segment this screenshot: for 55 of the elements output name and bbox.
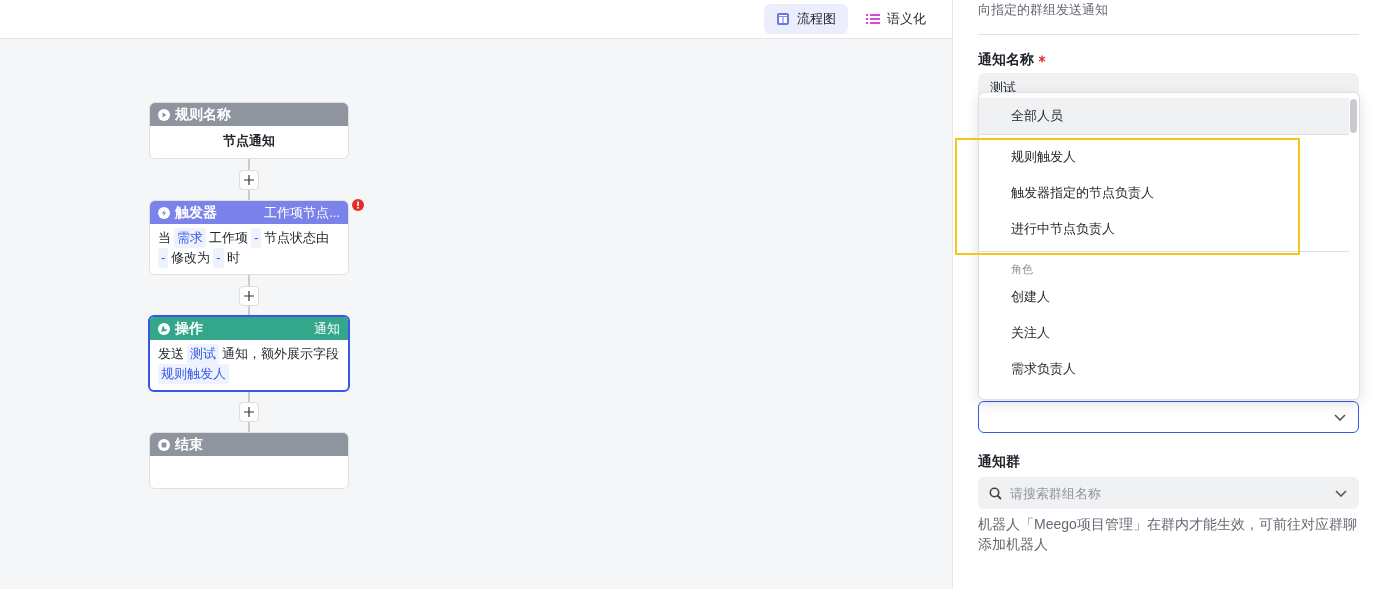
view-tab[interactable]: 流程图 [764, 4, 848, 34]
description-text: 向指定的群组发送通知 [978, 1, 1109, 19]
layout-icon [776, 12, 790, 26]
value-tag: 需求 [174, 228, 206, 248]
node-type-label: 工作项节点... [264, 203, 340, 222]
hint-text: 机器人「Meego项目管理」在群内才能生效，可前往对应群聊添加机器人 [978, 515, 1358, 554]
node-text: 通知，额外展示字段 [222, 345, 339, 363]
flow-node[interactable]: 规则名称 节点通知 [149, 102, 349, 159]
node-text: 当 [158, 229, 171, 247]
value-tag: 规则触发人 [158, 364, 229, 384]
node-title: 规则名称 [175, 105, 231, 124]
menu-item[interactable]: 触发器指定的节点负责人 [979, 175, 1349, 211]
node-text: 发送 [158, 345, 184, 363]
menu-item[interactable]: 关注人 [979, 315, 1349, 351]
value-tag: - [251, 228, 262, 248]
group-label: 角色 [1010, 262, 1034, 277]
select-field[interactable] [978, 401, 1359, 433]
lightning-icon [158, 206, 170, 219]
flow-node[interactable]: 操作 通知 发送 测试 通知，额外展示字段 规则触发人 [148, 315, 350, 392]
list-icon [866, 13, 880, 25]
plus-icon [244, 290, 254, 301]
add-node-button[interactable] [239, 169, 259, 190]
value-tag: - [213, 248, 224, 268]
menu-item[interactable]: 全部人员 [979, 98, 1349, 134]
scrollbar[interactable] [1350, 99, 1357, 133]
flow-node[interactable]: 触发器 工作项节点... 当 需求 工作项 - 节点状态由 - 修改为 - 时 [149, 200, 349, 275]
search-field[interactable]: 请搜索群组名称 [978, 477, 1359, 509]
view-tab[interactable]: 语义化 [854, 4, 938, 34]
node-title: 触发器 [175, 203, 217, 222]
node-text: 节点通知 [223, 132, 275, 150]
node-text: 工作项 [209, 229, 248, 247]
menu-item[interactable]: 规则触发人 [979, 139, 1349, 175]
add-node-button[interactable] [239, 285, 259, 306]
menu-item[interactable]: 进行中节点负责人 [979, 211, 1349, 247]
add-node-button[interactable] [239, 401, 259, 422]
value-tag: 测试 [187, 344, 219, 364]
node-text: 节点状态由 [264, 229, 330, 247]
search-icon [989, 487, 1002, 500]
node-title: 结束 [175, 435, 203, 454]
field-label: 通知群 [978, 453, 1020, 471]
plus-icon [244, 406, 254, 417]
chevron-down-icon [1334, 413, 1346, 421]
node-text: 时 [226, 249, 240, 267]
value-tag: - [158, 248, 169, 268]
chevron-down-icon [1335, 490, 1347, 497]
node-text: 修改为 [171, 249, 211, 267]
wrench-icon [158, 322, 170, 335]
menu-item[interactable]: 需求负责人 [979, 351, 1349, 387]
plus-icon [244, 174, 254, 185]
node-type-label: 通知 [314, 319, 340, 338]
play-icon [158, 108, 170, 121]
menu-item[interactable]: 创建人 [979, 279, 1349, 315]
node-title: 操作 [175, 319, 203, 338]
stop-icon [158, 438, 170, 451]
field-label: 通知名称 [978, 51, 1034, 69]
